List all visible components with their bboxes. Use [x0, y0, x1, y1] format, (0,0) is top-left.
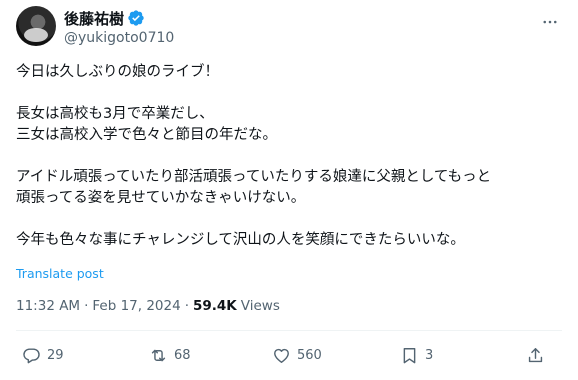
tweet-card: 後藤祐樹 @yukigoto0710 今日は久しぶりの娘のライブ！ 長女は高校も…: [0, 0, 578, 380]
share-icon: [528, 347, 543, 362]
more-options-icon[interactable]: [538, 10, 562, 34]
tweet-header: 後藤祐樹 @yukigoto0710: [16, 6, 562, 50]
action-bar: 29 68 560 3: [16, 344, 562, 366]
tweet-meta: 11:32 AM · Feb 17, 2024 · 59.4K Views: [16, 298, 280, 314]
reply-button[interactable]: 29: [22, 344, 64, 366]
tweet-line: 今年も色々な事にチャレンジして沢山の人を笑顔にできたらいいな。: [16, 232, 465, 248]
tweet-line: アイドル頑張っていたり部活頑張っていたりする娘達に父親としてもっと: [16, 169, 492, 185]
bookmark-button[interactable]: 3: [400, 344, 433, 366]
avatar[interactable]: [16, 6, 56, 46]
author-names: 後藤祐樹 @yukigoto0710: [64, 8, 174, 47]
reply-icon: [23, 347, 40, 363]
heart-icon: [274, 348, 289, 363]
like-button[interactable]: 560: [272, 344, 322, 366]
views-count[interactable]: 59.4K: [193, 298, 237, 314]
tweet-text: 今日は久しぶりの娘のライブ！ 長女は高校も3月で卒業だし、 三女は高校入学で色々…: [16, 62, 562, 251]
display-name[interactable]: 後藤祐樹: [64, 8, 124, 29]
meta-separator: ·: [84, 298, 89, 314]
retweet-count: 68: [174, 347, 191, 363]
verified-badge-icon: [128, 10, 144, 26]
like-count: 560: [297, 347, 322, 363]
bookmark-count: 3: [425, 347, 434, 363]
tweet-line: 頑張ってる姿を見せていかなきゃいけない。: [16, 190, 306, 206]
views-label: Views: [240, 298, 280, 314]
tweet-line: 今日は久しぶりの娘のライブ！: [16, 64, 219, 80]
tweet-date[interactable]: Feb 17, 2024: [92, 298, 180, 314]
display-name-row: 後藤祐樹: [64, 8, 174, 28]
bookmark-icon: [403, 347, 416, 363]
share-button[interactable]: [526, 344, 545, 366]
reply-count: 29: [47, 347, 64, 363]
divider: [16, 330, 562, 331]
author-handle[interactable]: @yukigoto0710: [64, 30, 174, 46]
tweet-time[interactable]: 11:32 AM: [16, 298, 80, 314]
meta-separator: ·: [184, 298, 189, 314]
translate-post-link[interactable]: Translate post: [16, 266, 104, 281]
retweet-icon: [151, 349, 166, 361]
tweet-line: 三女は高校入学で色々と節目の年だな。: [16, 127, 277, 143]
tweet-line: 長女は高校も3月で卒業だし、: [16, 106, 214, 122]
retweet-button[interactable]: 68: [149, 344, 191, 366]
